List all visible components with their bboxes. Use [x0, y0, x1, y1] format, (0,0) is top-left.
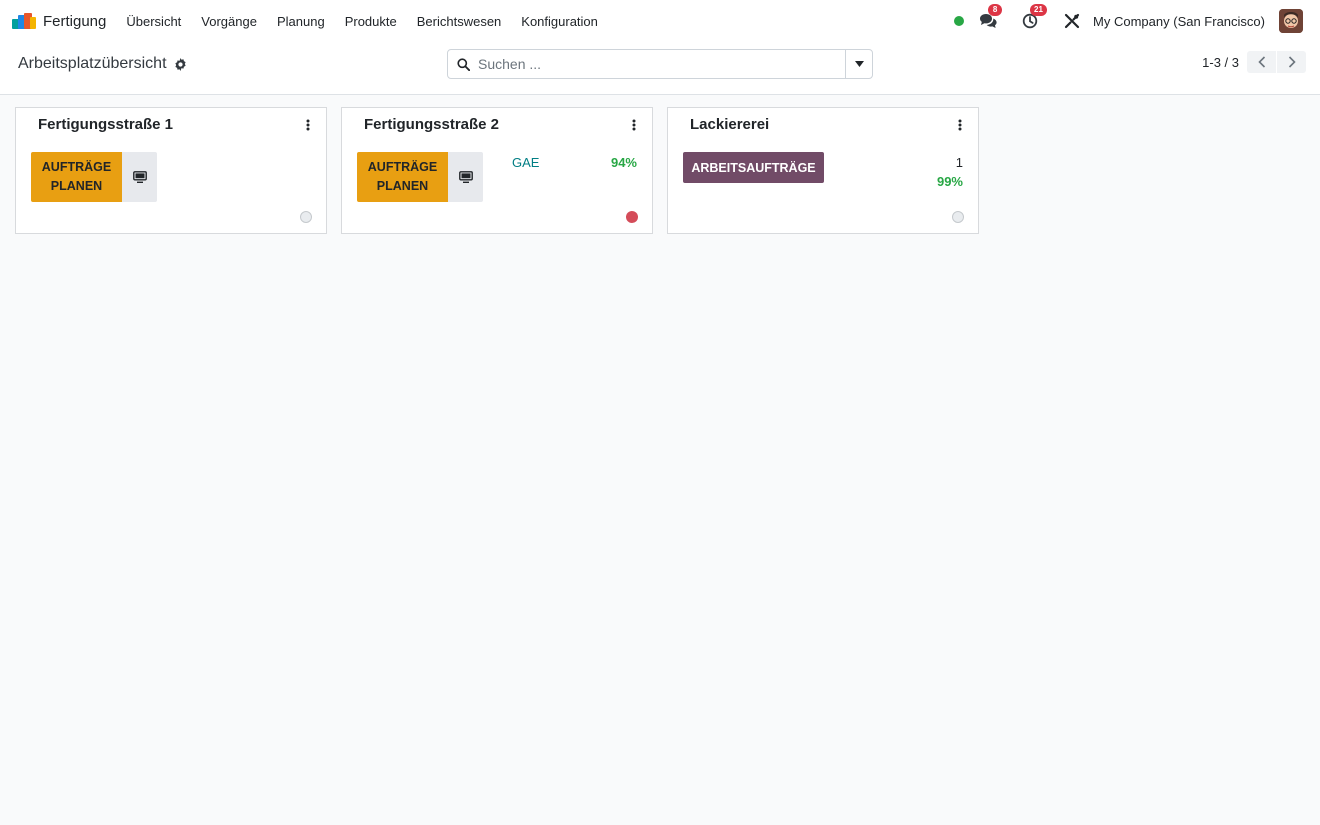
kebab-menu-icon: [958, 119, 962, 131]
tools-icon: [1064, 13, 1080, 29]
workcenter-status-dot[interactable]: [952, 211, 964, 223]
app-brand[interactable]: Fertigung: [12, 13, 106, 30]
main-menu: Übersicht Vorgänge Planung Produkte Beri…: [116, 14, 608, 29]
workcenter-status-dot[interactable]: [300, 211, 312, 223]
workcenter-card[interactable]: Fertigungsstraße 1 AUFTRÄGE PLANEN: [15, 107, 327, 234]
user-avatar[interactable]: [1279, 9, 1303, 33]
card-menu-button[interactable]: [954, 119, 966, 135]
card-menu-button[interactable]: [628, 119, 640, 135]
manufacturing-app-icon: [12, 13, 36, 29]
workcenter-status-dot[interactable]: [626, 211, 638, 223]
chevron-right-icon: [1288, 56, 1296, 68]
chevron-left-icon: [1257, 56, 1265, 68]
work-orders-count[interactable]: 1: [956, 155, 963, 170]
plan-orders-label: AUFTRÄGE PLANEN: [41, 160, 112, 193]
workcenter-name: Fertigungsstraße 2: [364, 116, 500, 133]
work-orders-label: ARBEITSAUFTRÄGE: [691, 160, 816, 175]
company-switcher[interactable]: My Company (San Francisco): [1093, 14, 1265, 29]
menu-item-configuration[interactable]: Konfiguration: [511, 14, 608, 29]
pager-next-button[interactable]: [1277, 51, 1306, 73]
page-title: Arbeitsplatzübersicht: [18, 55, 167, 72]
messages-badge: 8: [988, 4, 1003, 16]
search-icon: [448, 57, 478, 71]
workcenter-name: Lackiererei: [690, 116, 770, 133]
messages-button[interactable]: 8: [977, 4, 1003, 32]
plan-orders-label: AUFTRÄGE PLANEN: [367, 160, 438, 193]
oee-value: 94%: [610, 155, 637, 170]
top-navbar: Fertigung Übersicht Vorgänge Planung Pro…: [0, 0, 1320, 42]
search-input[interactable]: [478, 51, 845, 77]
work-orders-button[interactable]: ARBEITSAUFTRÄGE: [683, 152, 824, 183]
search-options-toggle[interactable]: [845, 50, 872, 78]
monitor-icon: [132, 171, 147, 183]
activities-badge: 21: [1030, 4, 1047, 16]
menu-item-operations[interactable]: Vorgänge: [191, 14, 267, 29]
workcenter-card[interactable]: Fertigungsstraße 2 AUFTRÄGE PLANEN GAE 9…: [341, 107, 653, 234]
control-panel: Arbeitsplatzübersicht 1-3 / 3: [0, 42, 1320, 95]
kebab-menu-icon: [632, 119, 636, 131]
plan-orders-button[interactable]: AUFTRÄGE PLANEN: [31, 152, 122, 202]
plan-orders-button[interactable]: AUFTRÄGE PLANEN: [357, 152, 448, 202]
pager-value[interactable]: 1-3 / 3: [1202, 55, 1239, 70]
app-name: Fertigung: [43, 12, 107, 30]
menu-item-products[interactable]: Produkte: [335, 14, 407, 29]
oee-link[interactable]: GAE: [512, 155, 539, 170]
pager: 1-3 / 3: [1202, 51, 1306, 73]
gear-icon[interactable]: [174, 57, 187, 71]
caret-down-icon: [854, 61, 864, 67]
workcenter-card[interactable]: Lackiererei ARBEITSAUFTRÄGE 1 99%: [667, 107, 979, 234]
kebab-menu-icon: [306, 119, 310, 131]
efficiency-value: 99%: [936, 174, 963, 189]
menu-item-reporting[interactable]: Berichtswesen: [407, 14, 512, 29]
monitor-icon: [458, 171, 473, 183]
breadcrumb: Arbeitsplatzübersicht: [18, 55, 187, 73]
debug-tools-button[interactable]: [1061, 10, 1083, 32]
menu-item-planning[interactable]: Planung: [267, 14, 335, 29]
pager-previous-button[interactable]: [1247, 51, 1276, 73]
card-menu-button[interactable]: [302, 119, 314, 135]
search-bar: [447, 49, 873, 79]
workcenter-name: Fertigungsstraße 1: [38, 116, 174, 133]
shop-floor-button[interactable]: [122, 152, 157, 202]
menu-item-overview[interactable]: Übersicht: [116, 14, 191, 29]
shop-floor-button[interactable]: [448, 152, 483, 202]
systray: 8 21 My Company (San Francisco): [954, 0, 1320, 42]
presence-status-dot: [954, 16, 965, 26]
user-avatar-image: [1279, 9, 1303, 33]
activities-button[interactable]: 21: [1019, 4, 1047, 32]
